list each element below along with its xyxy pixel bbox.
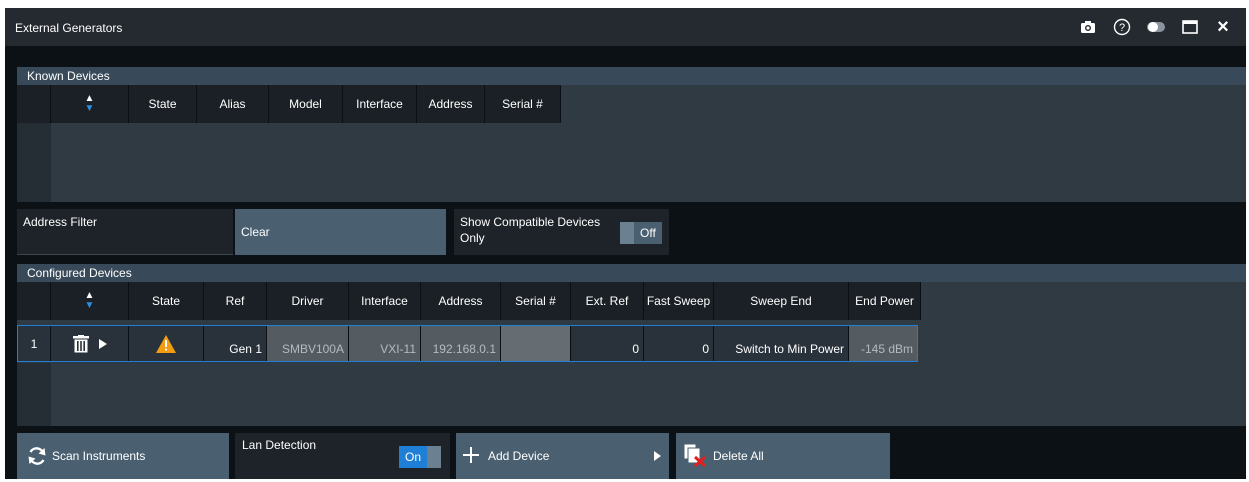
plus-icon (463, 447, 479, 466)
title-bar: External Generators ? × (5, 8, 1246, 46)
svg-text:?: ? (1119, 22, 1125, 34)
row-header-column (17, 363, 51, 426)
sort-column-header[interactable]: ▲ ▼ (51, 282, 129, 320)
column-header-driver[interactable]: Driver (267, 282, 349, 320)
delete-all-button[interactable]: Delete All (676, 433, 890, 479)
row-index: 1 (18, 326, 51, 361)
sort-down-icon: ▼ (84, 103, 95, 114)
add-device-button[interactable]: Add Device (456, 433, 669, 479)
configured-devices-column-headers: ▲ ▼ State Ref Driver Interface Address Se… (17, 282, 1246, 320)
row-interface: VXI-11 (349, 326, 421, 361)
column-header-address[interactable]: Address (417, 85, 485, 123)
row-end-power: -145 dBm (849, 326, 917, 361)
chevron-right-icon (654, 450, 661, 464)
add-device-label: Add Device (488, 449, 550, 463)
toggle-knob (620, 222, 634, 244)
expand-arrow-icon[interactable] (98, 338, 107, 349)
delete-all-label: Delete All (713, 449, 764, 463)
row-ext-ref[interactable]: 0 (571, 326, 644, 361)
column-header-interface[interactable]: Interface (349, 282, 421, 320)
column-header-serial[interactable]: Serial # (485, 85, 561, 123)
sort-down-icon: ▼ (84, 300, 95, 311)
maximize-icon[interactable] (1179, 16, 1201, 38)
column-header-fast-sweep[interactable]: Fast Sweep (644, 282, 714, 320)
column-header-state[interactable]: State (129, 85, 197, 123)
address-filter-label: Address Filter (23, 215, 98, 229)
corner-cell (17, 282, 51, 320)
external-generators-dialog: External Generators ? × Known Devices ▲ ▼… (5, 8, 1246, 479)
column-header-serial[interactable]: Serial # (501, 282, 571, 320)
help-icon[interactable]: ? (1111, 16, 1133, 38)
row-driver: SMBV100A (267, 326, 349, 361)
known-devices-column-headers: ▲ ▼ State Alias Model Interface Address S… (17, 85, 1246, 123)
show-compatible-toggle[interactable]: Off (620, 222, 662, 244)
known-devices-table: ▲ ▼ State Alias Model Interface Address S… (17, 85, 1246, 202)
delete-all-icon (683, 443, 707, 470)
lan-detection: Lan Detection On (235, 433, 450, 479)
column-header-end-power[interactable]: End Power (849, 282, 921, 320)
address-filter-field[interactable]: Address Filter (17, 209, 233, 255)
row-fast-sweep[interactable]: 0 (644, 326, 714, 361)
clear-button[interactable]: Clear (235, 209, 446, 255)
refresh-icon (27, 446, 47, 469)
camera-icon[interactable] (1077, 16, 1099, 38)
corner-cell (17, 85, 51, 123)
lan-detection-toggle[interactable]: On (399, 446, 442, 468)
scan-instruments-label: Scan Instruments (52, 449, 146, 463)
known-devices-header: Known Devices (17, 67, 1246, 85)
column-header-alias[interactable]: Alias (197, 85, 269, 123)
scan-instruments-button[interactable]: Scan Instruments (17, 433, 229, 479)
lan-detection-label: Lan Detection (242, 438, 317, 452)
column-header-address[interactable]: Address (421, 282, 501, 320)
window-title: External Generators (15, 21, 123, 35)
show-compatible-devices: Show Compatible Devices Only Off (454, 209, 669, 255)
column-header-interface[interactable]: Interface (343, 85, 417, 123)
toggle-state: Off (634, 222, 662, 244)
row-sweep-end[interactable]: Switch to Min Power (714, 326, 849, 361)
sort-column-header[interactable]: ▲ ▼ (51, 85, 129, 123)
table-row[interactable]: 1 Gen 1 SMBV100A VXI-11 192.168.0.1 0 0 … (17, 325, 918, 362)
column-header-state[interactable]: State (129, 282, 204, 320)
row-address: 192.168.0.1 (421, 326, 501, 361)
configured-devices-header: Configured Devices (17, 264, 1246, 282)
row-actions (51, 326, 129, 361)
toggle-icon[interactable] (1145, 16, 1167, 38)
row-header-column (17, 123, 51, 202)
warning-icon (156, 334, 176, 353)
column-header-ref[interactable]: Ref (204, 282, 267, 320)
show-compatible-label: Show Compatible Devices Only (460, 215, 601, 245)
toggle-state: On (399, 446, 428, 468)
trash-icon[interactable] (72, 334, 89, 353)
row-serial (501, 326, 571, 361)
column-header-ext-ref[interactable]: Ext. Ref (571, 282, 644, 320)
row-state (129, 326, 204, 361)
close-icon[interactable]: × (1212, 16, 1234, 38)
toggle-knob (427, 446, 442, 468)
column-header-sweep-end[interactable]: Sweep End (714, 282, 849, 320)
column-header-model[interactable]: Model (269, 85, 343, 123)
row-ref[interactable]: Gen 1 (204, 326, 267, 361)
